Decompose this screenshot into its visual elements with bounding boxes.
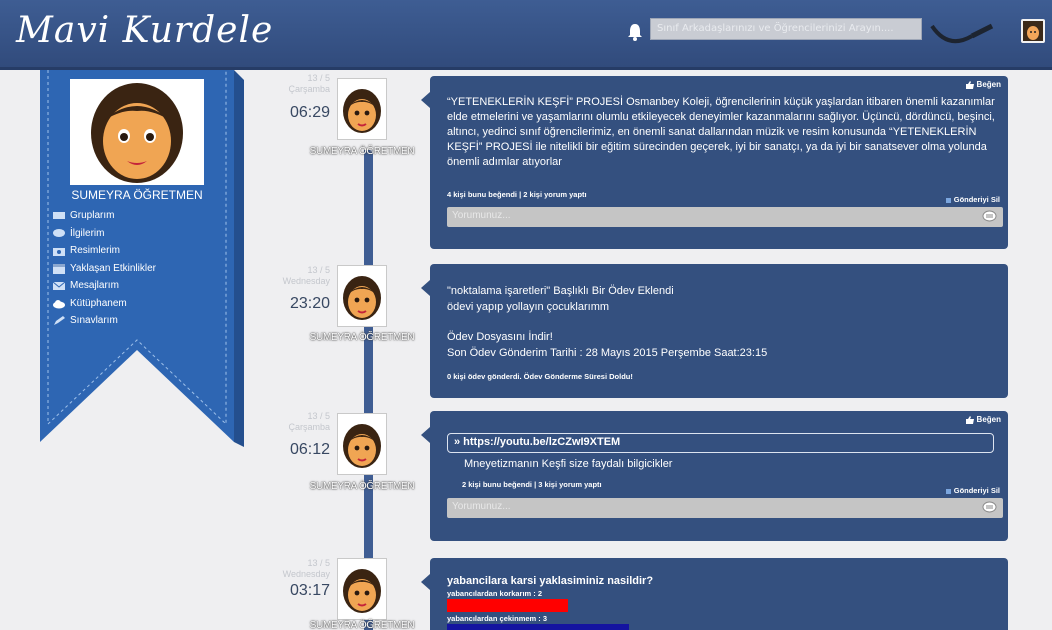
- comment-input[interactable]: Yorumunuz...: [447, 498, 1003, 518]
- thumbs-up-icon: [965, 415, 974, 424]
- post-text: “YETENEKLERİN KEŞFİ” PROJESİ Osmanbey Ko…: [447, 96, 995, 168]
- homework-title: "noktalama işaretleri" Başlıklı Bir Ödev…: [447, 285, 674, 297]
- author-name[interactable]: SUMEYRA ÖĞRETMEN: [302, 332, 422, 343]
- poll-option-bar: [447, 624, 629, 630]
- poll-question: yabancilara karsi yaklasiminiz nasildir?: [447, 575, 654, 587]
- poll-option-bar: [447, 599, 568, 612]
- sidebar-item-groups[interactable]: Gruplarım: [52, 207, 156, 225]
- groups-icon: [53, 212, 65, 220]
- sidebar-item-exams[interactable]: Sınavlarım: [52, 312, 156, 330]
- download-homework-link[interactable]: Ödev Dosyasını İndir!: [447, 330, 553, 345]
- post-stats[interactable]: 2 kişi bunu beğendi | 3 kişi yorum yaptı: [462, 480, 602, 489]
- post-time: 03:17: [289, 582, 330, 599]
- link-description: Mneyetizmanın Keşfi size faydalı bilgici…: [464, 458, 673, 470]
- post-time: 23:20: [289, 295, 330, 312]
- post-date: 13 / 5 Çarşamba: [288, 73, 330, 94]
- homework-card: "noktalama işaretleri" Başlıklı Bir Ödev…: [421, 264, 1008, 398]
- user-avatar[interactable]: [1021, 19, 1045, 43]
- sidebar-item-messages[interactable]: Mesajlarım: [52, 277, 156, 295]
- poll-option-label: yabancılardan korkarım : 2: [447, 589, 543, 598]
- search-icon[interactable]: [928, 10, 1000, 50]
- post-time: 06:12: [289, 441, 330, 458]
- camera-icon: [53, 248, 65, 257]
- author-avatar[interactable]: [337, 265, 387, 327]
- thumbs-up-icon: [965, 80, 974, 89]
- homework-deadline: Son Ödev Gönderim Tarihi : 28 Mayıs 2015…: [447, 347, 768, 359]
- top-header: Mavi Kurdele Sınıf Arkadaşlarınızı ve Öğ…: [0, 0, 1052, 70]
- profile-name[interactable]: SUMEYRA ÖĞRETMEN: [50, 188, 224, 202]
- bell-icon[interactable]: [626, 22, 644, 42]
- homework-stats: 0 kişi ödev gönderdi. Ödev Gönderme Süre…: [447, 372, 633, 381]
- sidebar-item-events[interactable]: Yaklaşan Etkinlikler: [52, 260, 156, 278]
- comment-input[interactable]: Yorumunuz...: [447, 207, 1003, 227]
- delete-post-button[interactable]: Gönderiyi Sil: [946, 195, 1000, 204]
- sidebar-menu: Gruplarım İlgilerim Resimlerim Yaklaşan …: [52, 207, 156, 330]
- calendar-icon: [53, 263, 65, 274]
- author-avatar[interactable]: [337, 558, 387, 620]
- author-name[interactable]: SUMEYRA ÖĞRETMEN: [302, 481, 422, 492]
- post-card: Beğen “YETENEKLERİN KEŞFİ” PROJESİ Osman…: [421, 76, 1008, 249]
- post-date: 13 / 5 Wednesday: [282, 265, 330, 286]
- poll-card: yabancilara karsi yaklasiminiz nasildir?…: [421, 558, 1008, 630]
- interests-icon: [53, 228, 65, 237]
- pen-icon: [54, 316, 65, 326]
- site-logo[interactable]: Mavi Kurdele: [16, 10, 273, 51]
- post-stats[interactable]: 4 kişi bunu beğendi | 2 kişi yorum yaptı: [447, 190, 587, 199]
- mail-icon: [52, 281, 66, 291]
- search-input[interactable]: Sınıf Arkadaşlarınızı ve Öğrencilerinizi…: [650, 18, 922, 40]
- poll-option-label: yabancılardan çekinmem : 3: [447, 614, 548, 623]
- video-link[interactable]: » https://youtu.be/lzCZwI9XTEM: [447, 433, 994, 453]
- link-card: Beğen » https://youtu.be/lzCZwI9XTEM Mne…: [421, 411, 1008, 541]
- author-avatar[interactable]: [337, 78, 387, 140]
- sidebar-item-library[interactable]: Kütüphanem: [52, 295, 156, 313]
- post-time: 06:29: [289, 104, 330, 121]
- sidebar-item-pictures[interactable]: Resimlerim: [52, 242, 156, 260]
- like-button[interactable]: Beğen: [965, 415, 1001, 424]
- sidebar-item-interests[interactable]: İlgilerim: [52, 225, 156, 243]
- comment-icon[interactable]: [982, 501, 997, 514]
- like-button[interactable]: Beğen: [965, 80, 1001, 89]
- profile-photo[interactable]: [70, 79, 204, 185]
- post-date: 13 / 5 Çarşamba: [288, 411, 330, 432]
- author-name[interactable]: SUMEYRA ÖĞRETMEN: [302, 620, 422, 630]
- cloud-icon: [53, 299, 65, 309]
- delete-post-button[interactable]: Gönderiyi Sil: [946, 486, 1000, 495]
- author-name[interactable]: SUMEYRA ÖĞRETMEN: [302, 146, 422, 157]
- comment-icon[interactable]: [982, 210, 997, 223]
- post-date: 13 / 5 Wednesday: [282, 558, 330, 579]
- author-avatar[interactable]: [337, 413, 387, 475]
- homework-note: ödevi yapıp yollayın çocuklarımm: [447, 301, 610, 313]
